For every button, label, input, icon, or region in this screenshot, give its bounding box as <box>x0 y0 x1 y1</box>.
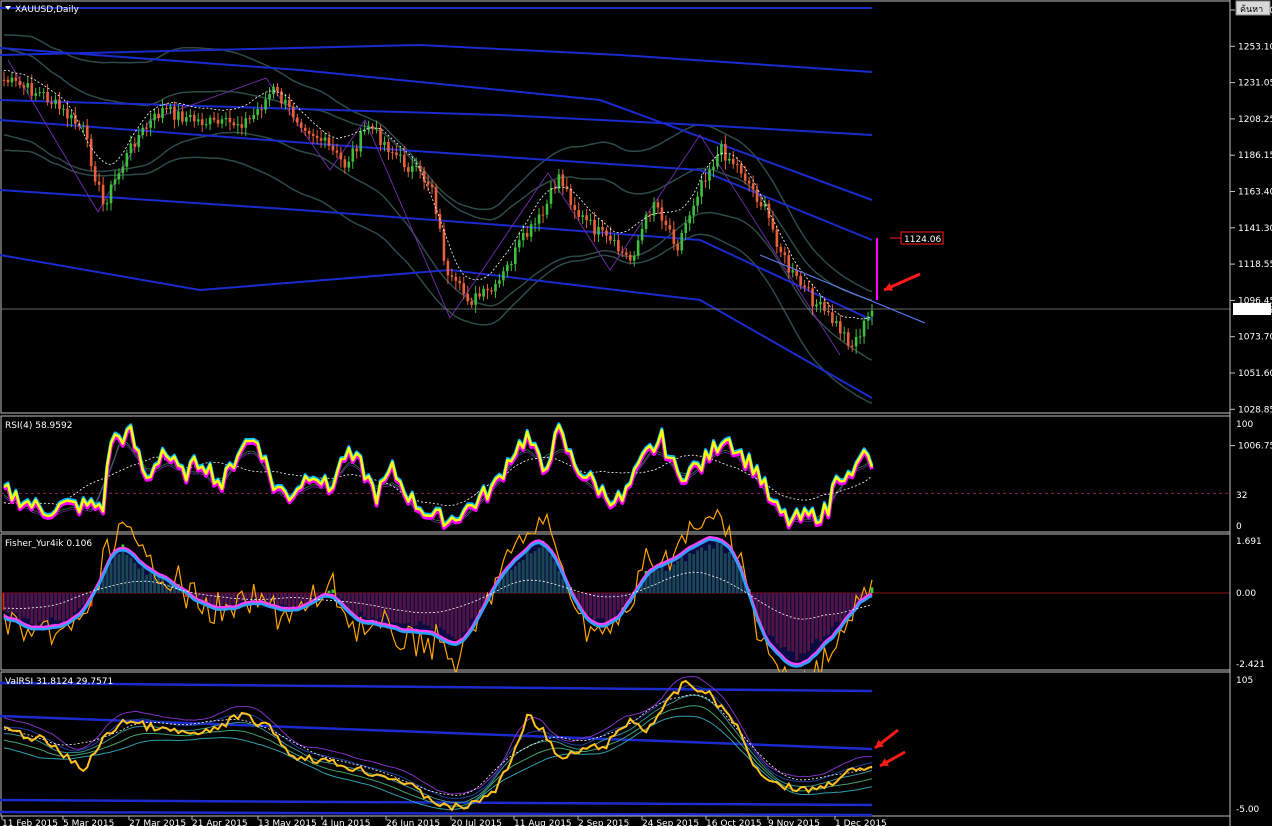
search-button[interactable]: ค้นหา <box>1235 0 1271 16</box>
price-tick-label: 1006.75 <box>1238 442 1272 452</box>
price-axis: 1275.201253.101231.051208.251186.151163.… <box>1229 0 1272 826</box>
time-axis-label: 11 Feb 2015 <box>2 819 58 826</box>
rsi-tick-label: 100 <box>1236 420 1253 430</box>
price-tick-label: 1163.40 <box>1238 188 1272 198</box>
time-axis-label: 1 Dec 2015 <box>835 819 887 826</box>
fisher-tick-label: -2.421 <box>1236 660 1265 670</box>
fisher-panel[interactable]: Fisher_Yur4ik 0.106 <box>0 508 1231 696</box>
current-price-label: 1076.55 <box>1236 306 1272 316</box>
price-candle <box>442 222 446 266</box>
fisher-title: Fisher_Yur4ik 0.106 <box>5 539 92 549</box>
time-axis-label: 24 Sep 2015 <box>642 819 699 826</box>
fisher-tick-label: 0.00 <box>1236 589 1256 599</box>
price-candle <box>89 134 93 172</box>
price-tick-label: 1208.25 <box>1238 115 1272 125</box>
main-price-panel[interactable]: 1124.06 XAUUSD,Daily <box>0 0 1231 414</box>
rsi-tick-label: 0 <box>1236 522 1242 532</box>
time-axis-label: 5 Mar 2015 <box>63 819 114 826</box>
time-axis-label: 20 Jul 2015 <box>451 819 502 826</box>
time-axis-label: 13 May 2015 <box>258 819 317 826</box>
valrsi-tick-label: 105 <box>1236 676 1253 686</box>
fisher-histogram-bar <box>331 589 335 593</box>
price-tick-label: 1028.85 <box>1238 405 1272 415</box>
valrsi-tick-label: -5.00 <box>1236 805 1260 815</box>
time-axis-label: 27 Mar 2015 <box>129 819 186 826</box>
valrsi-panel[interactable]: ValRSI 31.8124 29.7571 <box>0 671 1231 817</box>
fisher-histogram-bar <box>870 587 874 593</box>
price-tick-label: 1073.70 <box>1238 333 1272 343</box>
time-axis-label: 11 Aug 2015 <box>514 819 572 826</box>
rsi-panel[interactable]: RSI(4) 58.9592 <box>0 415 1231 533</box>
time-axis-label: 9 Nov 2015 <box>768 819 820 826</box>
time-axis-label: 4 Jun 2015 <box>322 819 370 826</box>
price-tick-label: 1141.30 <box>1238 224 1272 234</box>
rsi-title: RSI(4) 58.9592 <box>5 421 72 431</box>
time-axis-label: 21 Apr 2015 <box>192 819 248 826</box>
time-axis-label: 2 Sep 2015 <box>578 819 629 826</box>
search-button-label: ค้นหา <box>1240 4 1263 15</box>
fisher-tick-label: 1.691 <box>1236 537 1262 547</box>
time-axis-label: 16 Oct 2015 <box>706 819 762 826</box>
time-axis-label: 26 Jun 2015 <box>386 819 440 826</box>
price-tick-label: 1231.05 <box>1238 79 1272 89</box>
price-tick-label: 1186.15 <box>1238 151 1272 161</box>
price-annotation-label: 1124.06 <box>904 235 941 245</box>
rsi-tick-label: 32 <box>1236 491 1247 501</box>
symbol-title: XAUUSD,Daily <box>15 5 79 15</box>
fisher-histogram-bar <box>327 590 331 593</box>
price-tick-label: 1253.10 <box>1238 42 1272 52</box>
trading-chart[interactable]: 1124.06 XAUUSD,Daily RSI(4) 58.9592 Fish… <box>0 0 1272 826</box>
price-tick-label: 1051.60 <box>1238 369 1272 379</box>
valrsi-title: ValRSI 31.8124 29.7571 <box>5 677 113 687</box>
price-tick-label: 1118.55 <box>1238 260 1272 270</box>
time-axis: 11 Feb 2015 5 Mar 2015 27 Mar 2015 21 Apr 2… <box>1 816 887 826</box>
